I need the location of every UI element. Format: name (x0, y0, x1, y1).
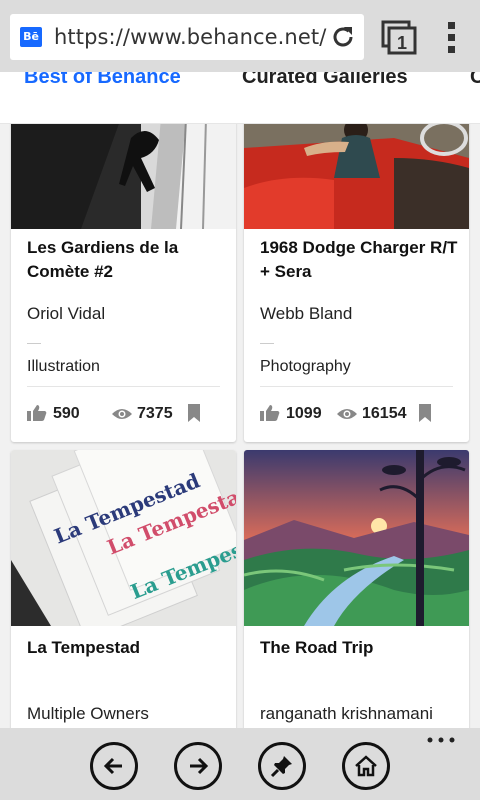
project-card[interactable]: Les Gardiens de la Comète #2 Oriol Vidal… (11, 124, 236, 442)
tab-count: 1 (397, 33, 407, 53)
project-card[interactable]: 1968 Dodge Charger R/T + Sera Webb Bland… (244, 124, 469, 442)
ellipsis-icon[interactable] (426, 736, 456, 744)
bookmark-icon[interactable] (418, 404, 432, 422)
eye-icon (112, 409, 132, 419)
forward-button[interactable] (174, 742, 222, 790)
url-text[interactable]: https://www.behance.net/ (54, 25, 326, 49)
home-icon (355, 755, 377, 777)
divider (260, 386, 453, 387)
tab-curated-galleries[interactable]: Curated Galleries (242, 72, 408, 89)
forward-arrow-icon (190, 757, 209, 775)
browser-bottom-bar (0, 728, 480, 800)
project-thumbnail[interactable] (244, 450, 469, 626)
project-thumbnail[interactable] (11, 124, 236, 229)
appreciation-count: 590 (53, 405, 80, 422)
bookmark-icon[interactable] (187, 404, 201, 422)
address-bar[interactable]: Bē https://www.behance.net/ (10, 14, 364, 60)
home-button[interactable] (342, 742, 390, 790)
divider (27, 386, 220, 387)
eye-icon (337, 409, 357, 419)
view-count: 16154 (362, 405, 407, 422)
project-stats: 590 7375 (27, 404, 220, 424)
project-owner[interactable]: ranganath krishnamani (260, 704, 433, 724)
project-title[interactable]: 1968 Dodge Charger R/T + Sera (260, 236, 460, 284)
project-card[interactable]: La Tempestad La Tempestad La Tempestad L… (11, 450, 236, 728)
view-count: 7375 (137, 405, 173, 422)
behance-favicon-icon: Bē (20, 27, 42, 47)
thumbs-up-icon[interactable] (260, 404, 280, 422)
project-owner[interactable]: Multiple Owners (27, 704, 149, 724)
tabs-icon[interactable]: 1 (380, 20, 418, 56)
project-field[interactable]: Illustration (27, 358, 100, 376)
project-stats: 1099 16154 (260, 404, 453, 424)
project-title[interactable]: La Tempestad (27, 636, 227, 660)
divider (260, 343, 274, 344)
back-button[interactable] (90, 742, 138, 790)
divider (27, 343, 41, 344)
back-arrow-icon (103, 757, 122, 775)
project-owner[interactable]: Webb Bland (260, 304, 352, 324)
project-thumbnail[interactable]: La Tempestad La Tempestad La Tempestad (11, 450, 236, 626)
pin-icon (270, 756, 292, 778)
pin-button[interactable] (258, 742, 306, 790)
project-feed[interactable]: Les Gardiens de la Comète #2 Oriol Vidal… (0, 124, 480, 728)
category-tabs: Best of Behance Curated Galleries C (0, 72, 480, 124)
project-title[interactable]: The Road Trip (260, 636, 460, 660)
appreciation-count: 1099 (286, 405, 322, 422)
project-owner[interactable]: Oriol Vidal (27, 304, 105, 324)
reload-icon[interactable] (330, 24, 356, 50)
project-title[interactable]: Les Gardiens de la Comète #2 (27, 236, 227, 284)
project-thumbnail[interactable] (244, 124, 469, 229)
browser-toolbar: Bē https://www.behance.net/ 1 (0, 0, 480, 72)
thumbs-up-icon[interactable] (27, 404, 47, 422)
kebab-menu-icon[interactable] (442, 20, 462, 56)
tab-best-of-behance[interactable]: Best of Behance (24, 72, 181, 89)
tab-next[interactable]: C (470, 72, 480, 89)
project-field[interactable]: Photography (260, 358, 351, 376)
project-card[interactable]: The Road Trip ranganath krishnamani (244, 450, 469, 728)
